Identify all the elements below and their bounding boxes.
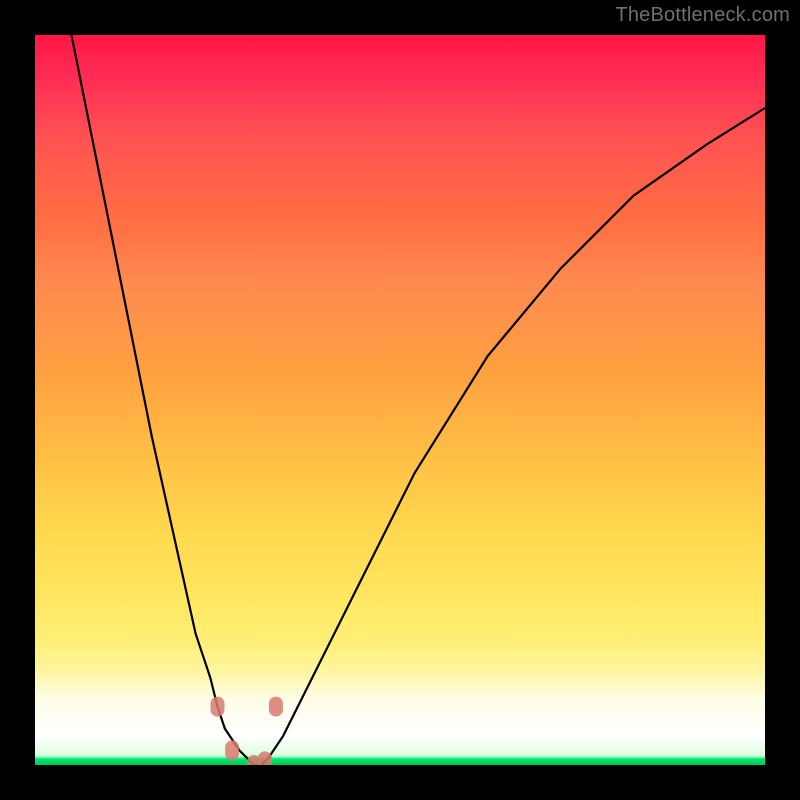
- chart-frame: TheBottleneck.com: [0, 0, 800, 800]
- chart-plot-area: [35, 35, 765, 765]
- watermark-label: TheBottleneck.com: [615, 4, 790, 27]
